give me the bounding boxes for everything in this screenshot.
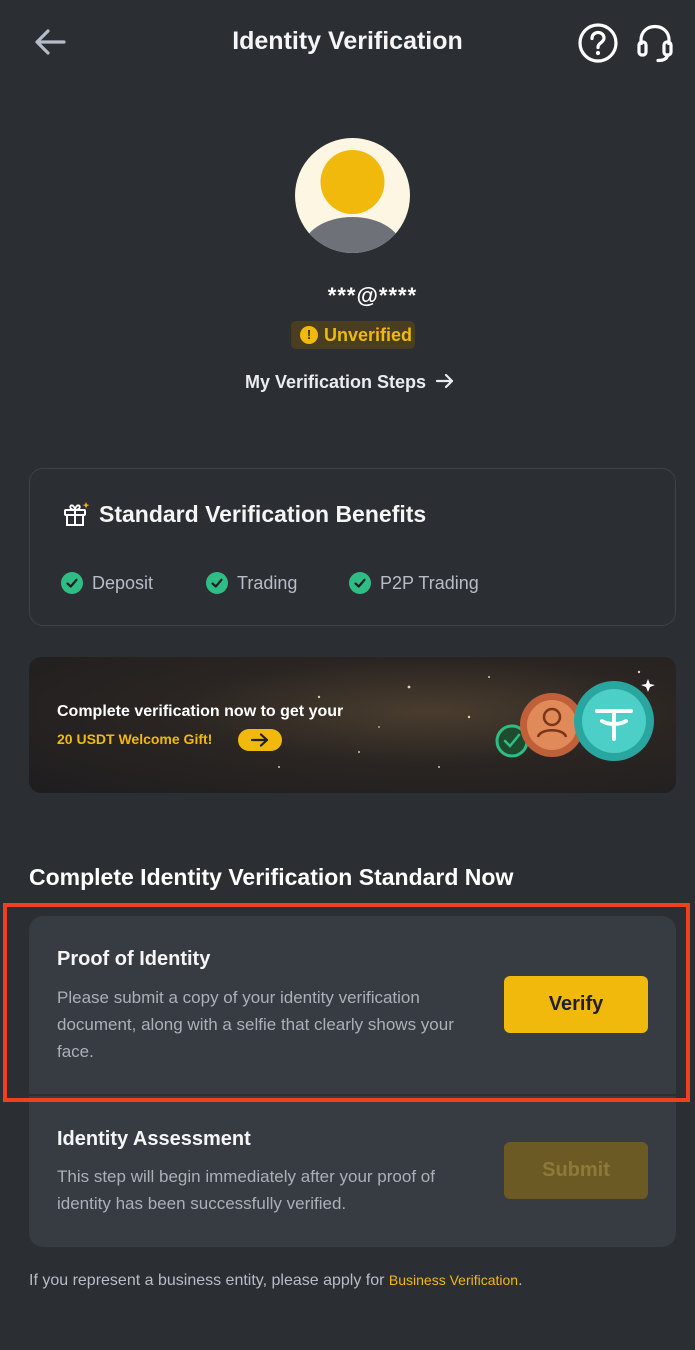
- footer-note: If you represent a business entity, plea…: [29, 1272, 523, 1290]
- benefit-label: Deposit: [92, 572, 154, 593]
- promo-banner[interactable]: [29, 657, 676, 793]
- highlight-box: [3, 903, 690, 1102]
- account-email: ***@****: [327, 283, 418, 308]
- identity-assessment-description: This step will begin immediately after y…: [57, 1167, 435, 1213]
- question-circle-icon: [578, 23, 618, 63]
- headset-icon: [637, 24, 673, 63]
- benefits-card: [29, 468, 676, 626]
- avatar: [295, 138, 410, 253]
- user-avatar-icon: [302, 150, 403, 253]
- business-verification-link[interactable]: Business Verification: [389, 1272, 518, 1288]
- status-label: Unverified: [324, 324, 413, 345]
- benefits-title: Standard Verification Benefits: [99, 501, 427, 527]
- benefit-label: Trading: [237, 572, 298, 593]
- status-badge: ! Unverified: [291, 321, 415, 349]
- exclamation-icon: !: [300, 326, 318, 344]
- section-heading: Complete Identity Verification Standard …: [29, 864, 514, 890]
- verification-steps-label: My Verification Steps: [244, 372, 427, 392]
- submit-button[interactable]: Submit: [504, 1142, 648, 1199]
- arrow-right-icon: [250, 733, 269, 747]
- benefit-deposit: Deposit: [61, 572, 153, 594]
- gift-icon: [62, 500, 90, 528]
- promo-headline: Complete verification now to get your: [57, 703, 344, 720]
- header: Identity Verification: [0, 0, 695, 86]
- benefit-p2p-trading: P2P Trading: [349, 572, 479, 594]
- check-icon: [349, 572, 371, 594]
- support-button[interactable]: [633, 21, 677, 65]
- benefit-trading: Trading: [206, 572, 297, 594]
- arrow-right-icon: [435, 373, 454, 389]
- footer-period: .: [518, 1272, 523, 1289]
- verification-steps-link[interactable]: My Verification Steps: [0, 372, 695, 393]
- verification-coins-icon: [495, 679, 655, 761]
- help-button[interactable]: [576, 21, 620, 65]
- promo-arrow-button[interactable]: [238, 729, 282, 751]
- check-icon: [61, 572, 83, 594]
- check-icon: [206, 572, 228, 594]
- promo-gift-text: 20 USDT Welcome Gift!: [57, 731, 213, 747]
- identity-assessment-title: Identity Assessment: [57, 1128, 251, 1150]
- footer-text: If you represent a business entity, plea…: [29, 1272, 389, 1289]
- benefit-label: P2P Trading: [380, 572, 479, 593]
